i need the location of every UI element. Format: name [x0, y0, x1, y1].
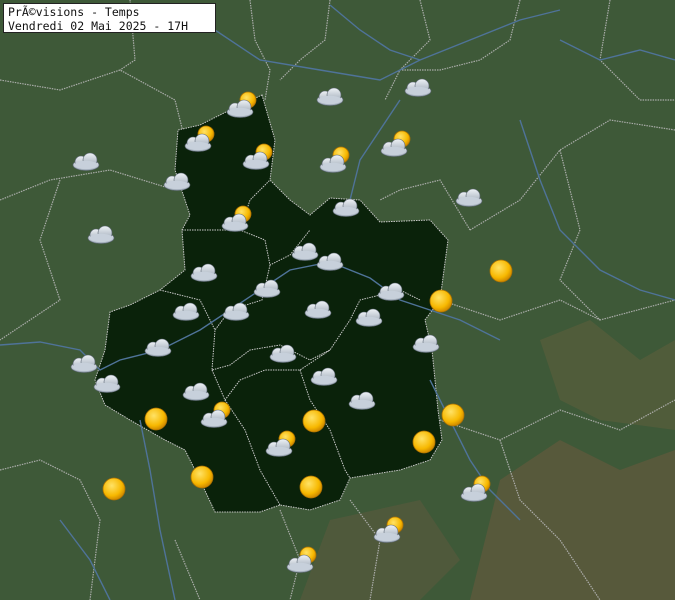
sun-icon	[190, 465, 214, 489]
sun-icon	[102, 477, 126, 501]
page-title: PrÃ©visions - Temps	[8, 5, 140, 19]
sun-shape	[429, 289, 453, 313]
sun-icon	[441, 403, 465, 427]
sun-shape	[190, 465, 214, 489]
sun-icon	[302, 409, 326, 433]
sun-icon	[144, 407, 168, 431]
sun-shape	[302, 409, 326, 433]
sun-shape	[441, 403, 465, 427]
sun-shape	[412, 430, 436, 454]
sun-shape	[144, 407, 168, 431]
date-label: Vendredi 02 Mai 2025 - 17H	[8, 19, 189, 33]
sun-icon	[299, 475, 323, 499]
sun-icon	[412, 430, 436, 454]
weather-map	[0, 0, 675, 600]
sun-shape	[299, 475, 323, 499]
sun-shape	[489, 259, 513, 283]
sun-shape	[102, 477, 126, 501]
sun-icon	[429, 289, 453, 313]
sun-icon	[489, 259, 513, 283]
title-box: PrÃ©visions - Temps Vendredi 02 Mai 2025…	[3, 3, 216, 33]
